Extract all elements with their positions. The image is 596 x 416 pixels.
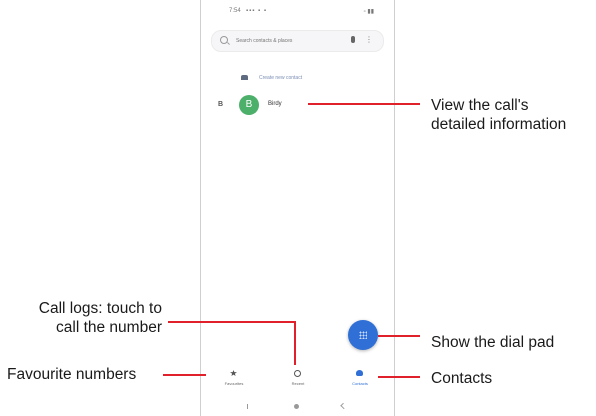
callout-line-call-logs-h	[168, 321, 295, 323]
microphone-icon[interactable]	[351, 36, 355, 43]
back-button[interactable]	[340, 402, 347, 410]
callout-line-call-logs-v	[294, 321, 296, 365]
search-bar[interactable]: ⋮	[211, 30, 384, 52]
home-button[interactable]	[294, 404, 299, 409]
callout-line-view-call	[308, 103, 420, 105]
tab-favourites[interactable]: Favourites	[209, 366, 259, 392]
contact-name: Birdy	[268, 101, 282, 107]
avatar: B	[239, 95, 259, 115]
callout-show-dial-pad: Show the dial pad	[431, 334, 555, 351]
tab-recent-label: Recent	[291, 381, 305, 386]
bottom-navigation: Favourites Recent Contacts	[201, 366, 394, 392]
callout-line-favourites	[163, 374, 206, 376]
more-options-icon[interactable]: ⋮	[365, 34, 373, 46]
status-bar: 7:54 ▪▪▪ ▪ ▪ ▫ ▮▮	[201, 6, 394, 18]
tab-favourites-label: Favourites	[224, 381, 244, 386]
phone-screen: 7:54 ▪▪▪ ▪ ▪ ▫ ▮▮ ⋮ Create new contact B…	[200, 0, 395, 416]
battery-signal-icons: ▫ ▮▮	[363, 9, 374, 15]
create-contact-label: Create new contact	[259, 75, 303, 81]
tab-contacts-label: Contacts	[352, 381, 368, 386]
person-add-icon	[241, 75, 248, 80]
status-time: 7:54	[229, 8, 241, 14]
contacts-icon	[356, 370, 363, 376]
tab-contacts[interactable]: Contacts	[335, 366, 385, 392]
star-icon	[230, 370, 237, 376]
callout-call-logs: Call logs: touch to call the number	[38, 300, 162, 336]
callout-line-contacts	[378, 376, 420, 378]
contact-list-item[interactable]: B B Birdy	[201, 93, 394, 117]
tab-recent[interactable]: Recent	[273, 366, 323, 392]
section-letter: B	[218, 101, 224, 108]
create-new-contact-button[interactable]: Create new contact	[241, 72, 361, 84]
dialpad-icon	[359, 331, 367, 339]
recents-button[interactable]	[247, 404, 248, 409]
system-navigation-bar	[201, 402, 394, 412]
status-notification-icons: ▪▪▪ ▪ ▪	[246, 8, 267, 14]
search-icon	[220, 36, 228, 44]
callout-favourite-numbers: Favourite numbers	[7, 366, 137, 383]
dial-pad-button[interactable]	[348, 320, 378, 350]
callout-view-call-details: View the call's detailed information	[431, 97, 567, 133]
search-input[interactable]	[236, 37, 344, 45]
callout-contacts: Contacts	[431, 370, 493, 387]
callout-line-dial-pad	[378, 335, 420, 337]
clock-icon	[294, 370, 301, 377]
